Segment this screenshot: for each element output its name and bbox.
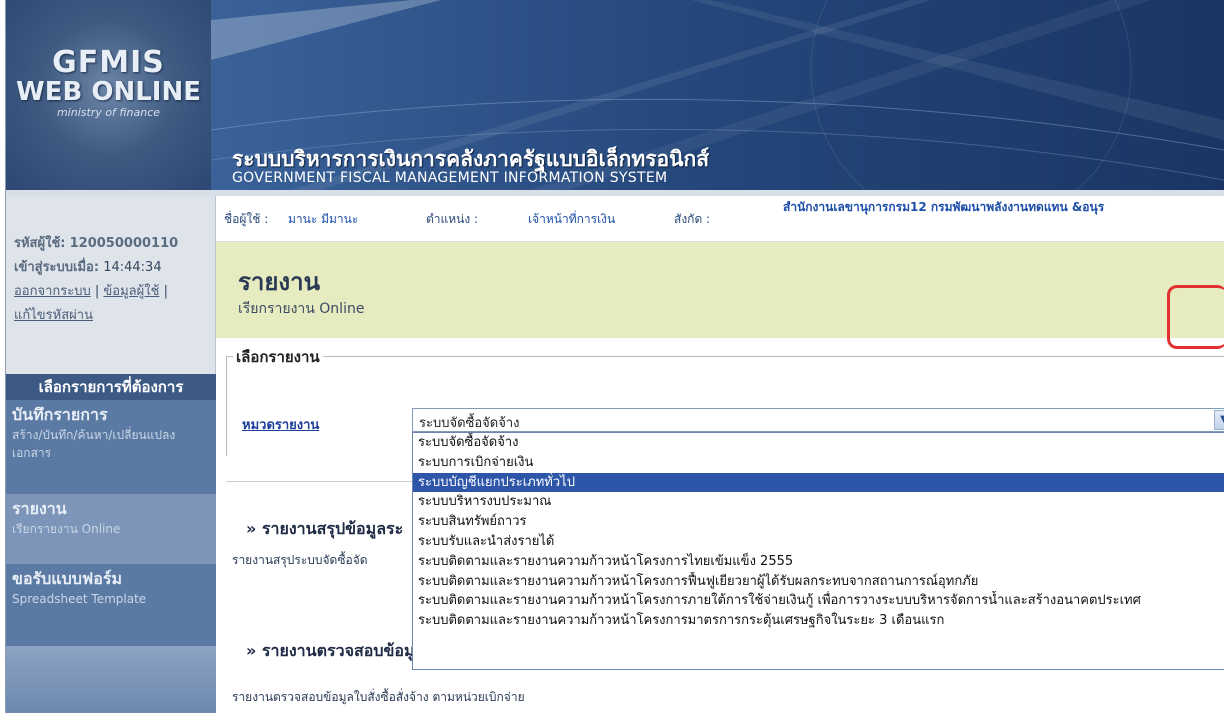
report-selection-legend: เลือกรายงาน [233, 345, 323, 369]
logo-line3: ministry of finance [56, 106, 161, 119]
report-category-select[interactable]: ระบบจัดซื้อจัดจ้าง ▼ [412, 408, 1224, 432]
org-value: สำนักงานเลขานุการกรม12 กรมพัฒนาพลังงานทด… [783, 200, 1105, 214]
chevron-down-icon[interactable]: ▼ [1214, 410, 1224, 430]
position-value: เจ้าหน้าที่การเงิน [528, 212, 616, 226]
dropdown-option[interactable]: ระบบสินทรัพย์ถาวร [413, 512, 1224, 532]
menu-header: เลือกรายการที่ต้องการ [6, 374, 216, 400]
system-title-english: GOVERNMENT FISCAL MANAGEMENT INFORMATION… [232, 170, 668, 186]
report-category-dropdown[interactable]: ระบบจัดซื้อจัดจ้าง ระบบการเบิกจ่ายเงิน ร… [412, 432, 1224, 670]
section-audit-desc: รายงานตรวจสอบข้อมูลใบสั่งซื้อสั่งจ้าง ตา… [232, 690, 525, 704]
dropdown-option[interactable]: ระบบติดตามและรายงานความก้าวหน้าโครงการฟื… [413, 572, 1224, 592]
org-label: สังกัด : [674, 212, 711, 226]
annotation-highlight-box [1167, 285, 1224, 349]
logo-line2: WEB ONLINE [16, 77, 201, 107]
sidebar-item-reports[interactable]: รายงาน เรียกรายงาน Online [6, 494, 216, 564]
change-password-link[interactable]: แก้ไขรหัสผ่าน [14, 308, 93, 323]
user-info-bar: ชื่อผู้ใช้ : มานะ มีมานะ ตำแหน่ง : เจ้าห… [216, 196, 1224, 242]
user-info-link[interactable]: ข้อมูลผู้ใช้ [103, 284, 159, 299]
user-id-value: 120050000110 [69, 236, 179, 251]
dropdown-option[interactable]: ระบบติดตามและรายงานความก้าวหน้าโครงการมา… [413, 611, 1224, 631]
user-info-panel: รหัสผู้ใช้: 120050000110 เข้าสู่ระบบเมื่… [14, 236, 179, 323]
logo-line1: GFMIS [52, 45, 165, 80]
app-frame: GFMIS WEB ONLINE ministry of finance ระบ… [5, 0, 1224, 713]
section-summary-desc: รายงานสรุประบบจัดซื้อจัด [232, 553, 368, 567]
login-time-label: เข้าสู่ระบบเมื่อ: [14, 260, 100, 275]
sidebar-item-transactions[interactable]: บันทึกรายการ สร้าง/บันทึก/ค้นหา/เปลี่ยนแ… [6, 400, 216, 494]
section-audit-title[interactable]: » รายงานตรวจสอบข้อมู [246, 639, 415, 664]
dropdown-option[interactable]: ระบบจัดซื้อจัดจ้าง [413, 433, 1224, 453]
page-title: รายงาน [238, 268, 321, 296]
sidebar-item-sublabel: Spreadsheet Template [12, 592, 147, 606]
page-header: รายงาน เรียกรายงาน Online [216, 242, 1224, 338]
dropdown-option-highlighted[interactable]: ระบบบัญชีแยกประเภททั่วไป [413, 472, 1224, 493]
dropdown-option[interactable]: ระบบรับและนำส่งรายได้ [413, 532, 1224, 552]
sidebar-item-sublabel: เรียกรายงาน Online [12, 522, 121, 536]
report-category-label: หมวดรายงาน [242, 418, 320, 433]
main-content: ชื่อผู้ใช้ : มานะ มีมานะ ตำแหน่ง : เจ้าห… [216, 196, 1224, 713]
left-sidebar: รหัสผู้ใช้: 120050000110 เข้าสู่ระบบเมื่… [6, 196, 216, 713]
page-subtitle: เรียกรายงาน Online [238, 301, 365, 317]
sidebar-item-label: บันทึกรายการ [12, 405, 108, 424]
user-name-value: มานะ มีมานะ [288, 212, 359, 226]
sidebar-item-forms[interactable]: ขอรับแบบฟอร์ม Spreadsheet Template [6, 564, 216, 646]
position-label: ตำแหน่ง : [426, 212, 479, 226]
sidebar-item-label: ขอรับแบบฟอร์ม [12, 569, 122, 588]
header-banner: GFMIS WEB ONLINE ministry of finance ระบ… [6, 0, 1224, 196]
section-summary-title[interactable]: » รายงานสรุปข้อมูลระ [246, 517, 403, 542]
dropdown-option[interactable]: ระบบติดตามและรายงานความก้าวหน้าโครงการภา… [413, 591, 1224, 611]
user-name-label: ชื่อผู้ใช้ : [224, 212, 269, 226]
sidebar-footer [6, 646, 216, 713]
dropdown-option[interactable]: ระบบการเบิกจ่ายเงิน [413, 453, 1224, 473]
dropdown-option[interactable]: ระบบบริหารงบประมาณ [413, 492, 1224, 512]
dropdown-option[interactable]: ระบบติดตามและรายงานความก้าวหน้าโครงการไท… [413, 552, 1224, 572]
select-current-value: ระบบจัดซื้อจัดจ้าง [419, 416, 520, 431]
logout-link[interactable]: ออกจากระบบ [14, 284, 91, 299]
sidebar-item-label: รายงาน [12, 499, 67, 518]
login-time-value: 14:44:34 [103, 260, 162, 275]
sidebar-item-sublabel: สร้าง/บันทึก/ค้นหา/เปลี่ยนแปลง เอกสาร [12, 428, 176, 460]
user-id-label: รหัสผู้ใช้: [14, 236, 66, 251]
gfmis-logo: GFMIS WEB ONLINE ministry of finance [6, 0, 211, 196]
